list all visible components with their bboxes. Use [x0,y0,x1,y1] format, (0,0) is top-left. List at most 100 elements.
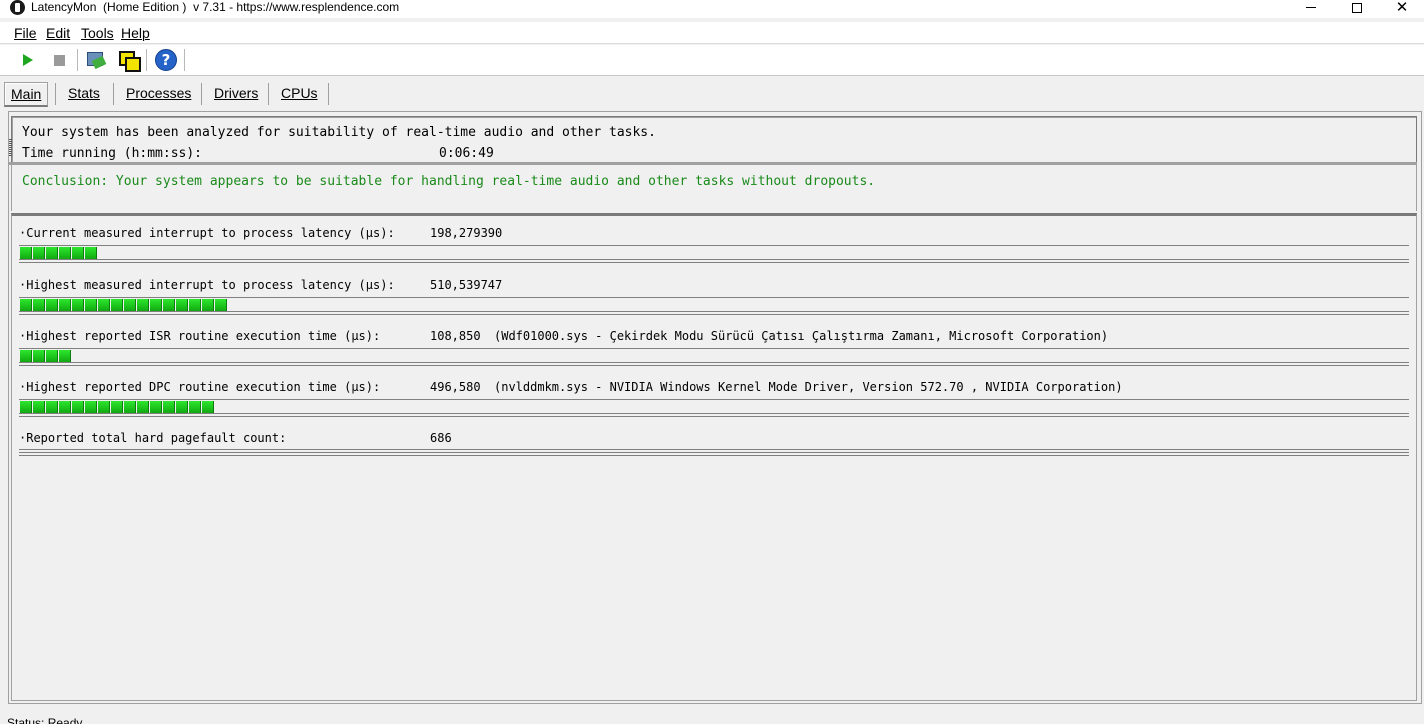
tab-divider [55,83,56,105]
conclusion-box: Conclusion: Your system appears to be su… [11,165,1417,211]
latency-bar [19,348,1409,366]
close-button[interactable]: ✕ [1379,0,1424,15]
bar-segment [150,401,162,414]
latency-bar-fill [20,247,98,260]
bar-segment [85,299,97,312]
time-running-label: Time running (h:mm:ss): [22,146,203,161]
bar-segment [163,299,175,312]
bar-segment [189,401,201,414]
cleanup-button[interactable] [83,47,109,73]
play-icon [23,54,33,66]
conclusion-text: Conclusion: Your system appears to be su… [22,174,876,189]
tab-divider [268,83,269,105]
bar-segment [111,299,123,312]
bar-segment [85,401,97,414]
minimize-button[interactable] [1288,0,1334,15]
metric-driver-info: (nvlddmkm.sys - NVIDIA Windows Kernel Mo… [494,380,1123,394]
bar-segment [46,247,58,260]
latency-bar-fill [20,401,215,414]
cleanup-icon [85,50,107,70]
menu-bar: File Edit Tools Help [0,22,1424,44]
bar-segment [20,350,32,363]
windows-icon [117,50,141,72]
stop-monitor-button[interactable] [46,47,72,73]
metric-driver-info: (Wdf01000.sys - Çekirdek Modu Sürücü Çat… [494,329,1109,343]
metric-label: ·Reported total hard pagefault count: [19,431,287,445]
bar-segment [215,299,227,312]
bar-segment [150,299,162,312]
bar-segment [137,401,149,414]
bar-segment [124,299,136,312]
bar-segment [33,401,45,414]
bar-segment [98,299,110,312]
help-button[interactable]: ? [153,47,179,73]
menu-help[interactable]: Help [121,25,150,41]
time-running-value: 0:06:49 [439,146,494,161]
help-icon: ? [155,49,177,71]
menu-file[interactable]: File [14,25,37,41]
pagefault-separator [19,449,1409,456]
metric-label: ·Highest measured interrupt to process l… [19,278,395,292]
metrics-area: ·Current measured interrupt to process l… [11,213,1417,701]
window-title: LatencyMon (Home Edition ) v 7.31 - http… [31,0,400,14]
bar-segment [33,299,45,312]
bar-segment [59,350,71,363]
stop-icon [53,54,65,66]
bar-segment [33,350,45,363]
start-monitor-button[interactable] [15,47,41,73]
menu-tools[interactable]: Tools [81,25,114,41]
main-panel: Your system has been analyzed for suitab… [8,111,1422,704]
tab-processes[interactable]: Processes [120,82,197,107]
metric-label: ·Highest reported DPC routine execution … [19,380,381,394]
bar-segment [20,299,32,312]
bar-segment [176,299,188,312]
tab-drivers[interactable]: Drivers [208,82,264,107]
maximize-icon [1352,2,1362,13]
metric-label: ·Current measured interrupt to process l… [19,226,395,240]
title-bar: LatencyMon (Home Edition ) v 7.31 - http… [0,0,1424,18]
metric-value: 510,539747 [430,278,503,292]
toolbar: ? [0,45,1424,76]
analysis-message: Your system has been analyzed for suitab… [22,125,656,140]
latency-bar-fill [20,299,228,312]
tab-main[interactable]: Main [4,82,49,107]
bar-segment [46,299,58,312]
bar-segment [137,299,149,312]
app-logo-icon [10,0,25,15]
metric-value: 496,580 [430,380,481,394]
status-bar-text: Status: Ready [7,716,83,724]
summary-box: Your system has been analyzed for suitab… [11,116,1417,163]
tab-divider [201,83,202,105]
bar-segment [46,350,58,363]
latency-bar [19,245,1409,263]
minimize-icon [1306,7,1316,8]
tab-stats[interactable]: Stats [62,82,106,107]
bar-segment [202,299,214,312]
tab-bar: Main Stats Processes Drivers CPUs [0,80,1424,108]
bar-segment [59,299,71,312]
bar-segment [20,401,32,414]
windows-button[interactable] [115,47,141,73]
toolbar-separator [146,49,147,71]
latency-bar [19,297,1409,315]
toolbar-separator [184,49,185,71]
bar-segment [176,401,188,414]
bar-segment [124,401,136,414]
bar-segment [72,401,84,414]
tab-divider [328,83,329,105]
toolbar-separator [77,49,78,71]
menu-edit[interactable]: Edit [46,25,70,41]
latency-bar-fill [20,350,72,363]
maximize-button[interactable] [1334,0,1380,15]
bar-segment [20,247,32,260]
bar-segment [202,401,214,414]
bar-segment [189,299,201,312]
tab-cpus[interactable]: CPUs [275,82,324,107]
bar-segment [85,247,97,260]
metric-value: 108,850 [430,329,481,343]
bar-segment [72,247,84,260]
splitter-grip[interactable] [9,139,12,157]
bar-segment [59,401,71,414]
metric-value: 198,279390 [430,226,503,240]
bar-segment [98,401,110,414]
